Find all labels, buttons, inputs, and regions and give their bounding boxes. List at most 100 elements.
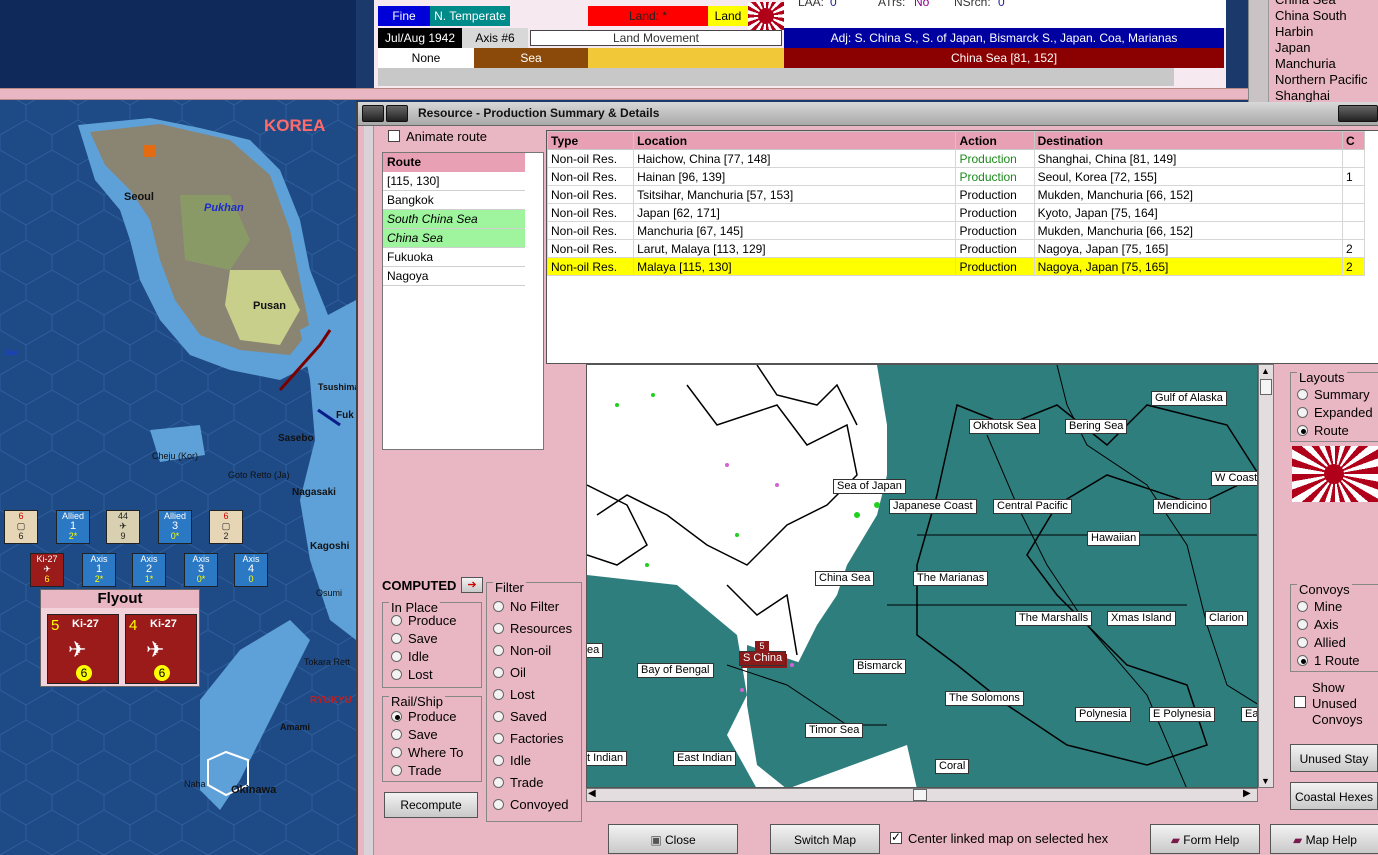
sea-area-label[interactable]: Bismarck — [853, 659, 907, 674]
close-window-button[interactable] — [1338, 105, 1378, 122]
unit-counter[interactable]: Axis 1 2* — [82, 553, 116, 587]
table-row[interactable]: Non-oil Res. Haichow, China [77, 148] Prod… — [546, 149, 1366, 168]
table-row[interactable]: Non-oil Res. Japan [62, 171] Production Kyo… — [546, 203, 1366, 222]
unit-counter[interactable]: Ki-27 ✈ 6 — [30, 553, 64, 587]
sea-area-label[interactable]: Coral — [935, 759, 970, 774]
table-row[interactable]: Non-oil Res. Tsitsihar, Manchuria [57, 15… — [546, 185, 1366, 204]
route-item[interactable]: China Sea — [383, 229, 525, 248]
sea-area-label[interactable]: t Indian — [587, 751, 628, 766]
sea-area-label[interactable]: China Sea — [815, 571, 875, 586]
sea-area-label[interactable]: The Marianas — [913, 571, 989, 586]
unit-counter[interactable]: 6 ▢ 6 — [4, 510, 38, 544]
filter-radio[interactable]: Factories — [493, 731, 563, 746]
scroll-up-icon[interactable]: ▲ — [1261, 366, 1270, 376]
strategic-map[interactable]: Gulf of Alaska Okhotsk Sea Bering Sea Se… — [586, 364, 1258, 788]
filter-radio[interactable]: Trade — [493, 775, 543, 790]
sea-area-label[interactable]: Gulf of Alaska — [1151, 391, 1227, 406]
unit-counter[interactable]: 6 ▢ 2 — [209, 510, 243, 544]
sea-area-label[interactable]: Polynesia — [1075, 707, 1131, 722]
sea-area-label[interactable]: Timor Sea — [805, 723, 864, 738]
rail-trade-radio[interactable]: Trade — [391, 763, 441, 778]
region-item[interactable]: Japan — [1269, 40, 1378, 56]
map-horizontal-scrollbar[interactable]: ◀ ▶ — [586, 788, 1258, 802]
region-item[interactable]: Harbin — [1269, 24, 1378, 40]
rail-save-radio[interactable]: Save — [391, 727, 438, 742]
layout-summary-radio[interactable]: Summary — [1297, 387, 1370, 402]
region-item[interactable]: Northern Pacific — [1269, 72, 1378, 88]
window-menu-button[interactable] — [362, 105, 384, 122]
filter-radio[interactable]: No Filter — [493, 599, 559, 614]
route-item[interactable]: [115, 130] — [383, 172, 525, 191]
route-item[interactable]: Bangkok — [383, 191, 525, 210]
flyout-unit-card[interactable]: 4 Ki-27 ✈ 6 — [125, 614, 197, 684]
minimize-button[interactable] — [386, 105, 408, 122]
sea-area-label[interactable]: Sea of Japan — [833, 479, 906, 494]
rail-produce-radio[interactable]: Produce — [391, 709, 456, 724]
unit-counter[interactable]: 44 ✈ 9 — [106, 510, 140, 544]
sea-area-label[interactable]: East Indian — [673, 751, 737, 766]
animate-route-checkbox[interactable]: Animate route — [388, 129, 487, 144]
scroll-thumb[interactable] — [913, 789, 927, 801]
map-vertical-scrollbar[interactable]: ▲ ▼ — [1258, 364, 1274, 788]
column-header[interactable]: Location — [633, 131, 957, 150]
region-list[interactable]: China Sea China South Harbin Japan Manch… — [1268, 0, 1378, 103]
sea-area-label[interactable]: Easte — [1241, 707, 1257, 722]
column-header[interactable]: Type — [546, 131, 635, 150]
form-help-button[interactable]: ▰ Form Help — [1150, 824, 1260, 854]
sea-area-label[interactable]: Bering Sea — [1065, 419, 1128, 434]
filter-radio[interactable]: Convoyed — [493, 797, 569, 812]
sea-area-label[interactable]: Okhotsk Sea — [969, 419, 1040, 434]
table-row[interactable]: Non-oil Res. Hainan [96, 139] Production Se… — [546, 167, 1366, 186]
convoy-allied-radio[interactable]: Allied — [1297, 635, 1346, 650]
table-row[interactable]: Non-oil Res. Larut, Malaya [113, 129] Prod… — [546, 239, 1366, 258]
in-place-save-radio[interactable]: Save — [391, 631, 438, 646]
sea-area-label[interactable]: Japanese Coast — [889, 499, 977, 514]
left-map[interactable]: KOREA Seoul Pukhan Pusan Sea Tsushima Fu… — [0, 0, 356, 855]
unit-counter[interactable]: Allied 3 0* — [158, 510, 192, 544]
route-item[interactable]: Nagoya — [383, 267, 525, 286]
in-place-idle-radio[interactable]: Idle — [391, 649, 429, 664]
layout-expanded-radio[interactable]: Expanded — [1297, 405, 1373, 420]
sea-area-label[interactable]: Central Pacific — [993, 499, 1072, 514]
sea-area-label[interactable]: The Solomons — [945, 691, 1024, 706]
show-unused-convoys-checkbox[interactable]: Show Unused Convoys — [1292, 680, 1378, 732]
filter-radio[interactable]: Resources — [493, 621, 572, 636]
unit-counter[interactable]: Axis 4 0 — [234, 553, 268, 587]
convoy-one-route-radio[interactable]: 1 Route — [1297, 653, 1360, 668]
unit-counter[interactable]: Allied 1 2* — [56, 510, 90, 544]
sea-area-label[interactable]: Clarion — [1205, 611, 1248, 626]
region-item[interactable]: China South — [1269, 8, 1378, 24]
close-button[interactable]: ▣ Close — [608, 824, 738, 854]
filter-radio[interactable]: Idle — [493, 753, 531, 768]
route-item[interactable]: Fukuoka — [383, 248, 525, 267]
coastal-hexes-button[interactable]: Coastal Hexes — [1290, 782, 1378, 810]
column-header[interactable]: Destination — [1033, 131, 1343, 150]
scroll-right-icon[interactable]: ▶ — [1243, 788, 1251, 799]
sea-area-label[interactable]: Mendicino — [1153, 499, 1212, 514]
column-header[interactable]: C — [1341, 131, 1366, 150]
in-place-produce-radio[interactable]: Produce — [391, 613, 456, 628]
selected-sea-label[interactable]: S China — [739, 651, 787, 666]
in-place-lost-radio[interactable]: Lost — [391, 667, 433, 682]
sea-area-label[interactable]: ea — [587, 643, 604, 658]
center-linked-map-checkbox[interactable]: Center linked map on selected hex — [890, 830, 1108, 846]
rail-where-to-radio[interactable]: Where To — [391, 745, 463, 760]
arrow-right-icon[interactable]: ➔ — [461, 577, 483, 593]
filter-radio[interactable]: Non-oil — [493, 643, 551, 658]
route-item[interactable]: South China Sea — [383, 210, 525, 229]
unused-stay-button[interactable]: Unused Stay — [1290, 744, 1378, 772]
column-header[interactable]: Action — [955, 131, 1035, 150]
map-help-button[interactable]: ▰ Map Help — [1270, 824, 1378, 854]
scroll-down-icon[interactable]: ▼ — [1261, 776, 1270, 786]
region-item[interactable]: China Sea — [1269, 0, 1378, 8]
sea-area-label[interactable]: The Marshalls — [1015, 611, 1093, 626]
recompute-button[interactable]: Recompute — [384, 792, 478, 818]
sea-area-label[interactable]: Xmas Island — [1107, 611, 1176, 626]
table-row-selected[interactable]: Non-oil Res. Malaya [115, 130] Production N… — [546, 257, 1366, 276]
scroll-left-icon[interactable]: ◀ — [588, 788, 596, 799]
unit-counter[interactable]: Axis 3 0* — [184, 553, 218, 587]
filter-radio[interactable]: Lost — [493, 687, 535, 702]
switch-map-button[interactable]: Switch Map — [770, 824, 880, 854]
convoy-axis-radio[interactable]: Axis — [1297, 617, 1339, 632]
table-row[interactable]: Non-oil Res. Manchuria [67, 145] Productio… — [546, 221, 1366, 240]
